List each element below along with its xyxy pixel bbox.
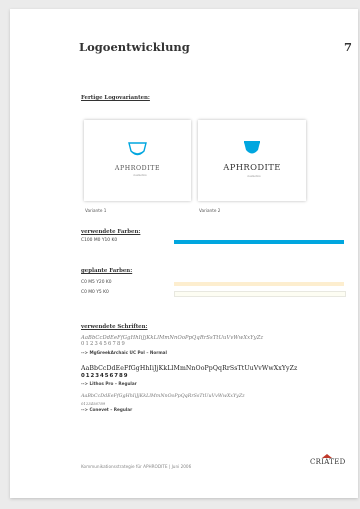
logo-variant-1-wordmark: APHRODITE xyxy=(114,165,160,172)
logo-variant-1-tagline: kosmetics xyxy=(133,173,147,177)
aphrodite-logo-filled-icon: APHRODITE kosmetics xyxy=(222,141,280,178)
font-3-name: --> Conevet – Regular xyxy=(81,407,133,412)
font-2-numbers: 0123456789 xyxy=(81,373,129,379)
planned-color-1-label: C0 M5 Y20 K0 xyxy=(81,280,112,285)
logo-variant-1-label: Variante 1 xyxy=(85,208,107,213)
logo-variants-heading: Fertige Logovarianten: xyxy=(81,95,150,101)
page-number: 7 xyxy=(344,40,353,54)
font-2-name: --> Lithos Pro – Regular xyxy=(81,381,137,386)
font-1-numbers: 0123456789 xyxy=(81,341,127,347)
logo-variant-1-box: APHRODITE kosmetics xyxy=(84,120,191,201)
font-3-sample: AaBbCcDdEeFfGgHhIiJjKkLlMmNnOoPpQqRrSsTt… xyxy=(81,394,245,399)
criated-logo: CRIATED xyxy=(308,453,346,469)
aphrodite-logo-outline-icon: APHRODITE kosmetics xyxy=(114,142,160,177)
logo-variant-2-label: Variante 2 xyxy=(199,208,221,213)
used-color-label: C100 M0 Y10 K0 xyxy=(81,238,118,243)
planned-color-2-label: C0 M0 Y5 K0 xyxy=(81,290,109,295)
page-title: Logoentwicklung xyxy=(79,40,190,54)
fonts-heading: verwendete Schriften: xyxy=(81,324,148,330)
planned-color-1-swatch xyxy=(174,282,344,286)
planned-color-2-swatch xyxy=(174,291,346,297)
planned-colors-heading: geplante Farben: xyxy=(81,268,133,274)
used-color-swatch xyxy=(174,240,344,244)
criated-wordmark: CRIATED xyxy=(310,458,346,466)
logo-variant-2-wordmark: APHRODITE xyxy=(222,162,280,172)
font-3-numbers: 0123456789 xyxy=(81,401,106,406)
font-2-sample: AaBbCcDdEeFfGgHhIiJjKkLlMmNnOoPpQqRrSsTt… xyxy=(81,365,298,372)
logo-variant-2-box: APHRODITE kosmetics xyxy=(198,120,306,201)
document-page: Logoentwicklung 7 Fertige Logovarianten:… xyxy=(10,9,358,498)
font-1-name: --> MgGreekArchaic UC Pol – Normal xyxy=(81,350,167,355)
logo-variant-2-tagline: kosmetics xyxy=(247,174,261,178)
used-colors-heading: verwendete Farben: xyxy=(81,229,141,235)
footer-text: Kommunikationsstrategie für APHRODITE | … xyxy=(81,464,192,469)
